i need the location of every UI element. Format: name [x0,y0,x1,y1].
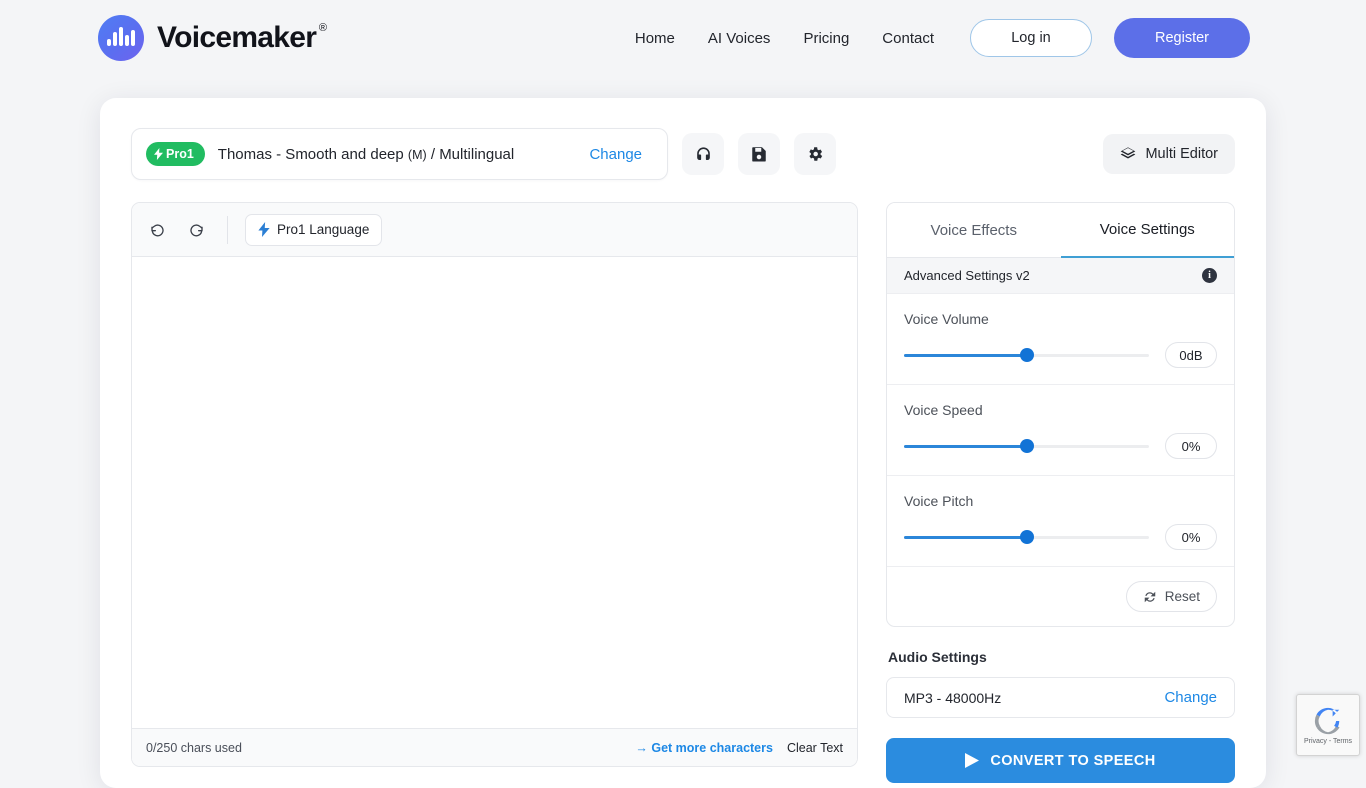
convert-to-speech-label: CONVERT TO SPEECH [990,753,1155,769]
slider-thumb[interactable] [1020,439,1034,453]
tab-voice-effects[interactable]: Voice Effects [887,203,1061,258]
editor-panel-split: Pro1 Language 0/250 chars used → Get mor… [131,202,1235,783]
lightning-bolt-icon [154,148,163,160]
voice-pitch-value: 0% [1165,524,1217,550]
voice-pitch-label: Voice Pitch [904,493,1217,509]
login-button[interactable]: Log in [970,19,1092,57]
toolbar-divider [227,216,228,244]
nav-link-home[interactable]: Home [635,30,675,47]
advanced-settings-label: Advanced Settings v2 [904,268,1030,283]
voice-volume-row: 0dB [904,342,1217,368]
arrow-right-icon: → [635,741,648,755]
get-more-characters-link[interactable]: → Get more characters [635,741,773,755]
voice-speed-block: Voice Speed 0% [887,385,1234,476]
voice-speed-slider[interactable] [904,438,1149,454]
voice-name: Thomas - Smooth and deep [218,146,404,163]
editor-icon-buttons [682,133,836,175]
voice-volume-label: Voice Volume [904,311,1217,327]
reset-row: Reset [887,567,1234,626]
settings-tabs: Voice Effects Voice Settings [887,203,1234,258]
voice-pitch-row: 0% [904,524,1217,550]
voice-gender: (M) [408,148,427,162]
audio-format-box: MP3 - 48000Hz Change [886,677,1235,718]
top-navigation: Voicemaker® Home AI Voices Pricing Conta… [0,0,1366,76]
voice-volume-block: Voice Volume 0dB [887,294,1234,385]
refresh-icon [1143,590,1157,604]
editor-footer: 0/250 chars used → Get more characters C… [132,728,857,766]
pro-badge-label: Pro1 [166,147,194,161]
save-button[interactable] [738,133,780,175]
settings-gear-button[interactable] [794,133,836,175]
nav-link-contact[interactable]: Contact [882,30,934,47]
floppy-disk-save-icon [750,145,768,163]
slider-thumb[interactable] [1020,348,1034,362]
brand-name-text: Voicemaker [157,21,316,54]
lightning-bolt-icon [258,222,270,237]
tab-voice-settings[interactable]: Voice Settings [1061,203,1235,258]
card-header: Pro1 Thomas - Smooth and deep (M) / Mult… [131,128,1235,180]
brand-logo[interactable]: Voicemaker® [98,15,326,61]
main-card: Pro1 Thomas - Smooth and deep (M) / Mult… [100,98,1266,788]
get-more-characters-label: Get more characters [651,741,773,755]
nav-link-pricing[interactable]: Pricing [803,30,849,47]
pro-language-label: Pro1 Language [277,222,369,237]
nav-links: Home AI Voices Pricing Contact [635,30,934,47]
redo-button[interactable] [182,216,210,244]
headphones-button[interactable] [682,133,724,175]
slider-thumb[interactable] [1020,530,1034,544]
speech-text-input[interactable] [132,257,857,728]
audio-settings-title: Audio Settings [888,649,1235,665]
voice-selector-bar[interactable]: Pro1 Thomas - Smooth and deep (M) / Mult… [131,128,668,180]
reset-button[interactable]: Reset [1126,581,1217,612]
settings-column: Voice Effects Voice Settings Advanced Se… [886,202,1235,783]
multi-editor-label: Multi Editor [1145,146,1218,162]
voice-speed-row: 0% [904,433,1217,459]
redo-arrow-icon [188,222,204,238]
undo-arrow-icon [150,222,166,238]
voice-volume-slider[interactable] [904,347,1149,363]
voice-pitch-block: Voice Pitch 0% [887,476,1234,567]
play-icon [965,753,979,768]
change-voice-link[interactable]: Change [589,146,642,163]
register-button[interactable]: Register [1114,18,1250,58]
nav-link-ai-voices[interactable]: AI Voices [708,30,771,47]
reset-label: Reset [1165,589,1200,604]
recaptcha-icon [1313,706,1343,736]
pro-language-button[interactable]: Pro1 Language [245,214,382,246]
recaptcha-badge[interactable]: Privacy - Terms [1296,694,1360,756]
slider-fill [904,445,1027,449]
info-icon[interactable]: i [1202,268,1217,283]
brand-name: Voicemaker® [157,21,326,55]
recaptcha-privacy-terms[interactable]: Privacy - Terms [1304,738,1352,745]
clear-text-button[interactable]: Clear Text [787,741,843,755]
voice-language: Multilingual [439,146,514,163]
undo-button[interactable] [144,216,172,244]
voice-volume-value: 0dB [1165,342,1217,368]
trademark-symbol: ® [319,22,326,34]
pro-badge: Pro1 [146,142,205,166]
editor-toolbar: Pro1 Language [132,203,857,257]
multi-editor-button[interactable]: Multi Editor [1103,134,1235,174]
voice-pitch-slider[interactable] [904,529,1149,545]
change-audio-format-link[interactable]: Change [1164,689,1217,706]
voice-settings-card: Voice Effects Voice Settings Advanced Se… [886,202,1235,627]
voicemaker-waveform-icon [98,15,144,61]
voice-speed-value: 0% [1165,433,1217,459]
convert-to-speech-button[interactable]: CONVERT TO SPEECH [886,738,1235,783]
layers-icon [1120,146,1136,162]
char-counter: 0/250 chars used [146,741,242,755]
slider-fill [904,536,1027,540]
voice-separator: / [431,146,435,163]
advanced-settings-row: Advanced Settings v2 i [887,258,1234,294]
voice-speed-label: Voice Speed [904,402,1217,418]
gear-icon [806,145,824,163]
headphones-icon [694,145,713,164]
slider-fill [904,354,1027,358]
text-editor: Pro1 Language 0/250 chars used → Get mor… [131,202,858,767]
selected-voice-label: Thomas - Smooth and deep (M) / Multiling… [218,146,514,163]
audio-format-value: MP3 - 48000Hz [904,690,1001,706]
